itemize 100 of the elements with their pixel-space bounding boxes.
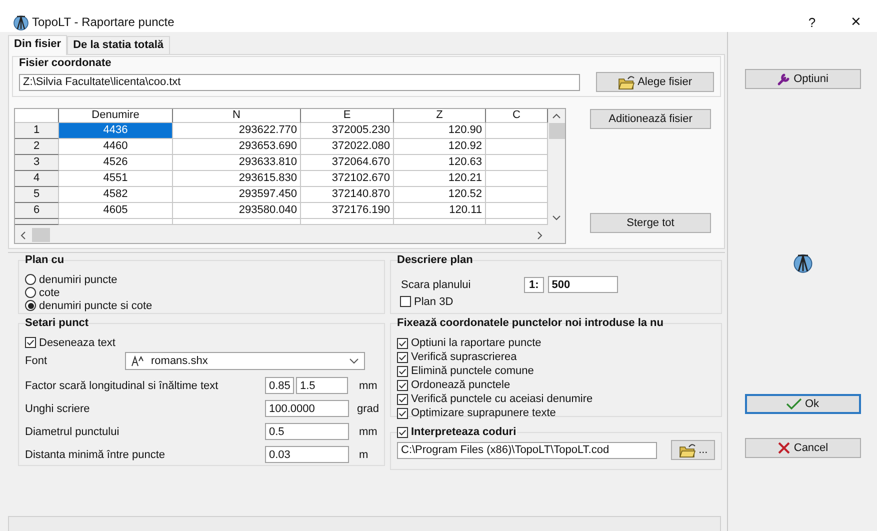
tab[interactable]: De la statia totală [67,36,170,54]
checkbox-label[interactable]: Verifică suprascrierea [411,351,517,363]
folder-icon [618,74,635,90]
checkbox[interactable] [397,366,408,376]
scroll-thumb[interactable] [32,228,50,242]
field-label: Font [25,354,48,366]
file-path-field[interactable]: Z:\Silvia Facultate\licenta\coo.txt [19,74,580,90]
table-cell: 293615.830 [173,171,301,187]
unit-label: m [359,448,368,460]
unit-label: mm [359,426,378,438]
browse-button[interactable]: Alege fisier [596,72,714,92]
close-button[interactable]: × [841,12,871,32]
row-number: 4 [15,171,59,187]
column-header[interactable]: C [486,109,548,123]
table-cell [486,155,548,171]
number-field[interactable]: 1.5 [296,377,348,394]
group-title: Fisier coordonate [19,57,112,70]
checkbox[interactable] [400,296,411,307]
checkbox[interactable] [397,394,408,404]
tab[interactable]: Din fisier [8,35,68,55]
table-cell: 120.21 [394,171,486,187]
row-number: 1 [15,123,59,139]
table-cell: 4605 [59,203,173,219]
column-header[interactable]: Denumire [59,109,173,123]
radio-button[interactable] [25,287,36,298]
checkbox-label[interactable]: Deseneaza text [39,336,116,348]
table-cell: 372140.870 [301,187,394,203]
checkbox[interactable] [397,352,408,362]
option-label[interactable]: denumiri puncte [39,274,118,286]
table-cell: 4526 [59,155,173,171]
check-icon [786,398,802,410]
table-cell: 293597.450 [173,187,301,203]
number-field[interactable]: 0.03 [265,446,349,463]
table-cell: 372176.190 [301,203,394,219]
number-field[interactable]: 100.0000 [265,400,349,417]
radio-button[interactable] [25,274,36,285]
row-number: 6 [15,203,59,219]
codes-path-field[interactable]: C:\Program Files (x86)\TopoLT\TopoLT.cod [397,442,658,458]
checkbox-label[interactable]: Optimizare suprapunere texte [411,407,556,419]
table-cell: 4436 [59,123,173,139]
wrench-icon [776,72,791,86]
table-cell: 120.92 [394,139,486,155]
clear-all-button[interactable]: Sterge tot [590,213,711,233]
checkbox[interactable] [25,337,36,348]
checkbox-label[interactable]: Ordonează punctele [411,379,510,391]
font-dropdown[interactable]: romans.shx [125,352,365,370]
font-icon [131,354,145,366]
table-cell [486,171,548,187]
app-logo-icon [13,14,29,30]
row-number: 3 [15,155,59,171]
table-cell: 4582 [59,187,173,203]
group-title: Fixează coordonatele punctelor noi introduse la nu [397,317,664,330]
number-field[interactable]: 0.85 [265,377,294,394]
field-label: Distanta minimă între puncte [25,448,166,460]
checkbox-label[interactable]: Optiuni la raportare puncte [411,337,542,349]
table-cell [486,187,548,203]
checkbox-label[interactable]: Elimină punctele comune [411,365,534,377]
scale-prefix: 1: [524,276,544,292]
table-cell: 293633.810 [173,155,301,171]
table-cell: 372022.080 [301,139,394,155]
checkbox[interactable] [397,408,408,418]
unit-label: grad [357,402,380,414]
row-number: 5 [15,187,59,203]
help-button[interactable]: ? [797,14,827,30]
radio-button[interactable] [25,300,36,311]
dropdown-caret-icon [349,358,359,364]
column-header[interactable]: E [301,109,394,123]
unit-label: mm [359,380,378,392]
ok-button[interactable]: Ok [744,394,860,414]
scale-field[interactable]: 500 [548,276,618,293]
window-title: TopoLT - Raportare puncte [32,15,174,29]
table-cell: 4551 [59,171,173,187]
table-cell: 120.90 [394,123,486,139]
row-number: 2 [15,139,59,155]
column-header[interactable]: N [173,109,301,123]
option-label[interactable]: cote [39,286,60,298]
table-cell: 293580.040 [173,203,301,219]
group-title: Setari punct [25,317,89,330]
checkbox[interactable] [397,338,408,348]
checkbox-label[interactable]: Plan 3D [414,296,454,308]
browse-codes-button[interactable]: ... [671,440,715,460]
option-label[interactable]: denumiri puncte si cote [39,300,152,312]
add-file-button[interactable]: Aditionează fisier [590,109,711,129]
group-title: Descriere plan [397,254,473,267]
checkbox[interactable] [397,380,408,390]
tripod-logo-icon [792,252,812,274]
table-cell: 293653.690 [173,139,301,155]
scroll-thumb[interactable] [548,123,564,139]
table-cell: 372005.230 [301,123,394,139]
table-cell: 4460 [59,139,173,155]
checkbox[interactable] [397,426,408,438]
table-cell: 120.11 [394,203,486,219]
table-cell [486,123,548,139]
cancel-button[interactable]: Cancel [744,438,860,458]
table-cell [486,139,548,155]
field-label: Unghi scriere [25,402,91,414]
column-header[interactable]: Z [394,109,486,123]
options-button[interactable]: Optiuni [744,69,860,89]
checkbox-label[interactable]: Verifică punctele cu aceiasi denumire [411,393,593,405]
number-field[interactable]: 0.5 [265,423,349,440]
